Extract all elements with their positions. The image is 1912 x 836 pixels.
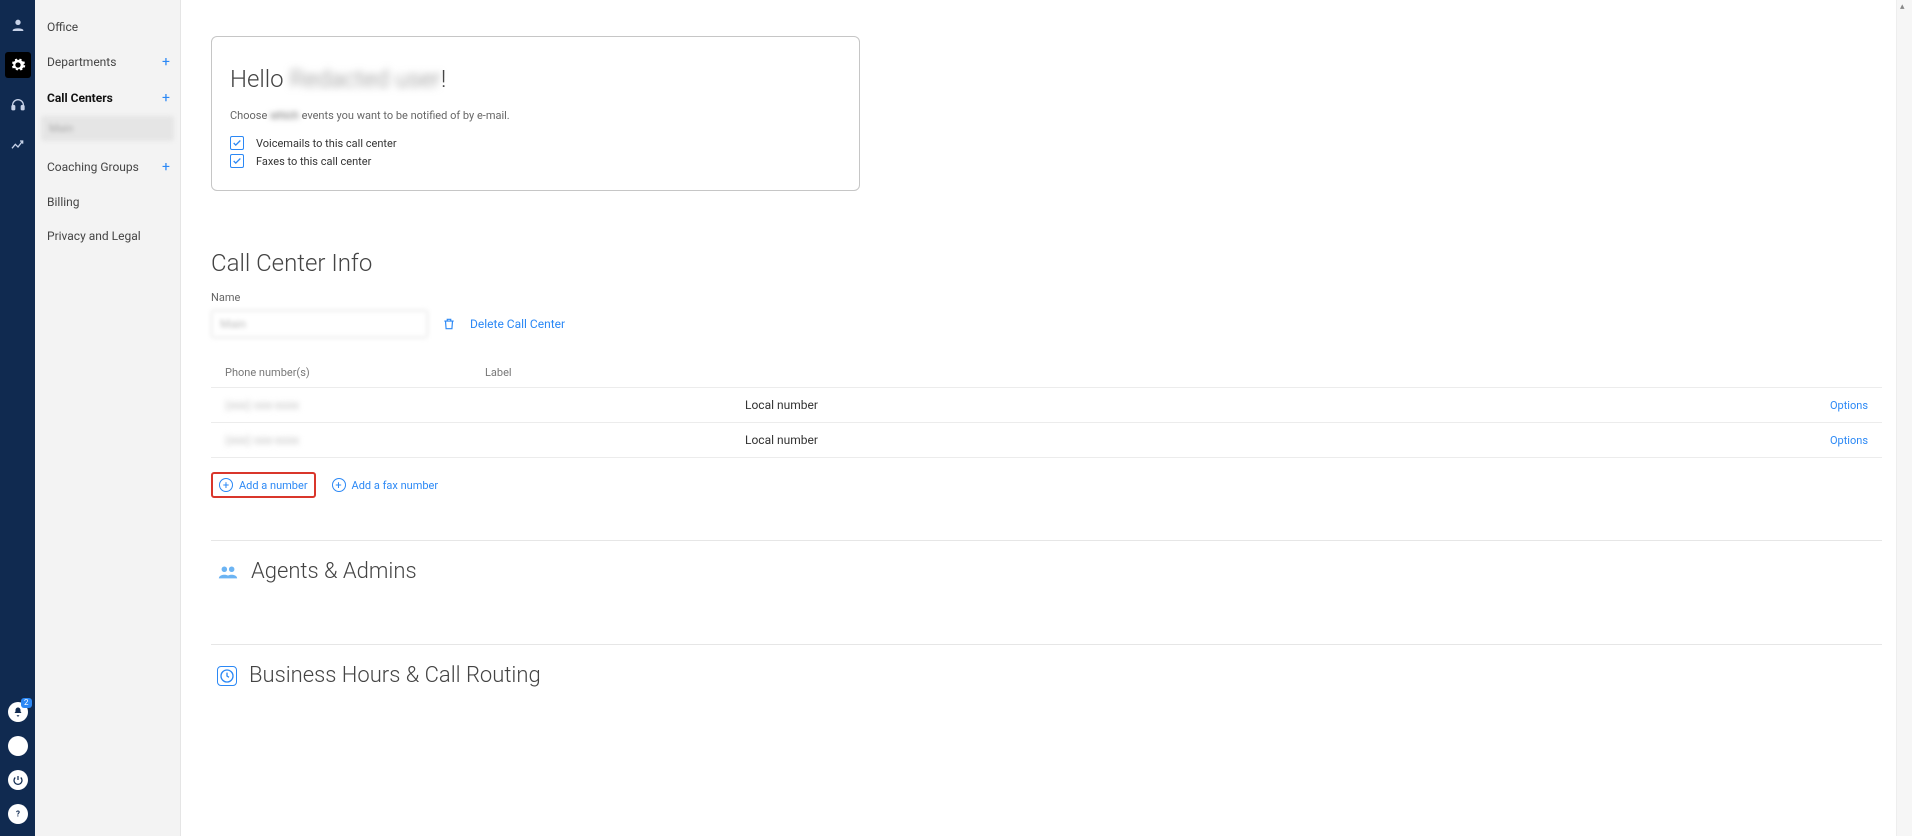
sidebar-item-label: Privacy and Legal: [47, 229, 141, 243]
help-icon[interactable]: ?: [8, 804, 28, 824]
hello-name: Redacted user: [289, 65, 440, 93]
left-rail: 2 ?: [0, 0, 35, 836]
name-row: Delete Call Center: [211, 310, 1882, 338]
sidebar-item-billing[interactable]: Billing: [35, 185, 180, 219]
welcome-card: Hello Redacted user! Choose which events…: [211, 36, 860, 191]
welcome-subtext: Choose which events you want to be notif…: [230, 109, 841, 122]
plus-icon[interactable]: +: [162, 159, 170, 175]
number-type-cell: Local number: [745, 398, 1830, 412]
call-center-info-heading: Call Center Info: [211, 249, 1882, 277]
name-label: Name: [211, 291, 1882, 304]
add-number-label: Add a number: [239, 479, 308, 492]
check-row-faxes: Faxes to this call center: [230, 154, 841, 168]
plus-circle-icon: +: [332, 478, 346, 492]
sidebar-item-label: Coaching Groups: [47, 160, 139, 174]
add-fax-label: Add a fax number: [352, 479, 439, 492]
scrollbar[interactable]: [1896, 0, 1912, 836]
analytics-icon[interactable]: [5, 132, 31, 158]
delete-call-center-link[interactable]: Delete Call Center: [470, 317, 565, 331]
section-title: Business Hours & Call Routing: [249, 663, 541, 688]
add-fax-button[interactable]: + Add a fax number: [324, 472, 447, 498]
plus-icon[interactable]: +: [162, 54, 170, 70]
phone-number-cell: (xxx) xxx-xxxx: [225, 398, 745, 412]
col-header-phone: Phone number(s): [225, 366, 485, 379]
sidebar-item-label: Call Centers: [47, 91, 113, 105]
sidebar-sub-item[interactable]: Main: [41, 116, 174, 141]
check-label: Voicemails to this call center: [256, 137, 397, 150]
sidebar-item-call-centers[interactable]: Call Centers +: [35, 80, 180, 116]
check-label: Faxes to this call center: [256, 155, 371, 168]
sidebar-item-label: Office: [47, 20, 78, 34]
gear-icon[interactable]: [5, 52, 31, 78]
hello-prefix: Hello: [230, 65, 289, 93]
add-number-button[interactable]: + Add a number: [211, 472, 316, 498]
check-row-voicemails: Voicemails to this call center: [230, 136, 841, 150]
section-agents-admins[interactable]: Agents & Admins: [211, 541, 1882, 602]
voice-icon[interactable]: [8, 736, 28, 756]
main-content: Hello Redacted user! Choose which events…: [181, 0, 1912, 836]
row-options-link[interactable]: Options: [1830, 434, 1868, 447]
add-buttons-row: + Add a number + Add a fax number: [211, 472, 1882, 498]
sidebar-item-label: Billing: [47, 195, 80, 209]
trash-icon[interactable]: [442, 317, 456, 331]
phone-numbers-table: Phone number(s) Label (xxx) xxx-xxxx Loc…: [211, 362, 1882, 458]
sidebar-item-office[interactable]: Office: [35, 10, 180, 44]
phone-number-cell: (xxx) xxx-xxxx: [225, 433, 745, 447]
notifications-icon[interactable]: 2: [8, 702, 28, 722]
plus-circle-icon: +: [219, 478, 233, 492]
plus-icon[interactable]: +: [162, 90, 170, 106]
sidebar: Office Departments + Call Centers + Main…: [35, 0, 181, 836]
notification-badge: 2: [21, 698, 32, 708]
sidebar-item-departments[interactable]: Departments +: [35, 44, 180, 80]
sidebar-item-label: Departments: [47, 55, 116, 69]
sidebar-item-privacy-legal[interactable]: Privacy and Legal: [35, 219, 180, 253]
table-row: (xxx) xxx-xxxx Local number Options: [211, 422, 1882, 458]
number-type-cell: Local number: [745, 433, 1830, 447]
rail-bottom-group: 2 ?: [8, 702, 28, 824]
clock-icon: [217, 666, 237, 686]
agents-icon: [217, 561, 239, 583]
person-icon[interactable]: [5, 12, 31, 38]
section-business-hours[interactable]: Business Hours & Call Routing: [211, 645, 1882, 706]
headset-icon[interactable]: [5, 92, 31, 118]
choose-suffix: events you want to be notified of by e-m…: [302, 109, 510, 122]
hello-heading: Hello Redacted user!: [230, 65, 841, 93]
choose-prefix: Choose: [230, 109, 267, 122]
choose-blur: which: [270, 109, 299, 122]
call-center-name-input[interactable]: [211, 310, 428, 338]
section-title: Agents & Admins: [251, 559, 417, 584]
power-icon[interactable]: [8, 770, 28, 790]
checkbox-faxes[interactable]: [230, 154, 244, 168]
checkbox-voicemails[interactable]: [230, 136, 244, 150]
sidebar-item-coaching-groups[interactable]: Coaching Groups +: [35, 149, 180, 185]
row-options-link[interactable]: Options: [1830, 399, 1868, 412]
hello-suffix: !: [441, 65, 446, 93]
table-row: (xxx) xxx-xxxx Local number Options: [211, 387, 1882, 422]
rail-top-group: [5, 12, 31, 158]
col-header-label: Label: [485, 366, 745, 379]
table-header: Phone number(s) Label: [211, 362, 1882, 387]
svg-text:?: ?: [16, 810, 20, 819]
